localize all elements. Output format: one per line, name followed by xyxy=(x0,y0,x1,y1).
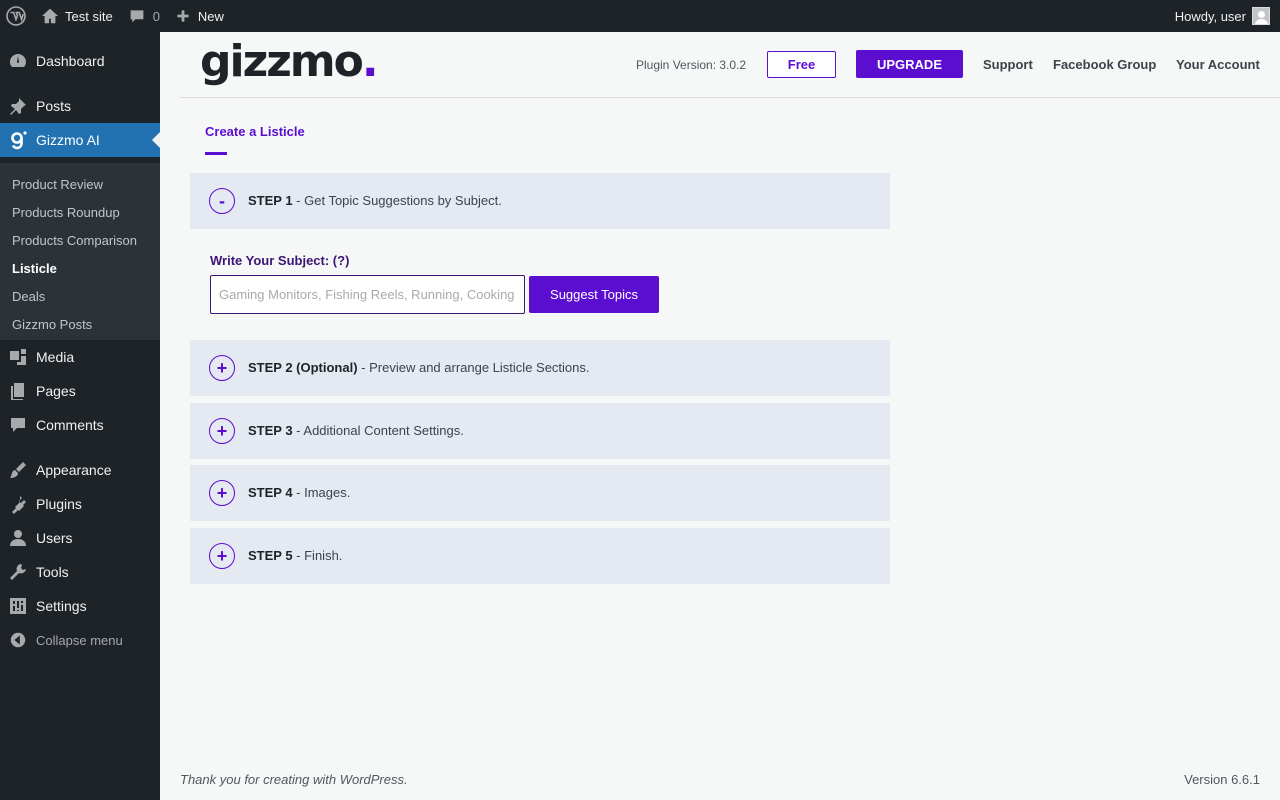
sidebar-item-media[interactable]: Media xyxy=(0,340,160,374)
comment-bubble-icon xyxy=(130,10,144,23)
admin-sidebar: Dashboard Posts Gizzmo AI Product Review… xyxy=(0,32,160,800)
new-content-link[interactable]: New xyxy=(168,0,232,32)
submenu-item-deals[interactable]: Deals xyxy=(12,289,45,304)
site-name-link[interactable]: Test site xyxy=(33,0,121,32)
submenu-item-products-comparison[interactable]: Products Comparison xyxy=(12,233,137,248)
paintbrush-icon xyxy=(0,453,36,487)
wordpress-logo-icon[interactable] xyxy=(0,0,33,32)
tab-active-indicator xyxy=(205,152,227,155)
comments-count: 0 xyxy=(152,8,160,24)
expand-toggle-icon[interactable]: + xyxy=(209,480,235,506)
upgrade-button[interactable]: UPGRADE xyxy=(856,50,963,78)
sidebar-item-label: Posts xyxy=(36,98,72,114)
pages-icon xyxy=(0,374,36,408)
account-menu[interactable]: Howdy, user xyxy=(1167,0,1280,32)
comment-icon xyxy=(0,408,36,442)
howdy-greeting: Howdy, user xyxy=(1174,8,1246,24)
dashboard-icon xyxy=(0,44,36,78)
footer-thanks: Thank you for creating with WordPress. xyxy=(180,772,408,787)
wrench-icon xyxy=(0,555,36,589)
sidebar-item-label: Dashboard xyxy=(36,53,105,69)
submenu-item-product-review[interactable]: Product Review xyxy=(12,177,103,192)
admin-bar: Test site 0 New Howdy, user xyxy=(0,0,1280,32)
sidebar-item-label: Gizzmo AI xyxy=(36,132,100,148)
step-title: STEP 4 - Images. xyxy=(248,485,351,500)
gizzmo-logo[interactable]: gizzmo. xyxy=(200,36,379,87)
step-title: STEP 5 - Finish. xyxy=(248,548,343,563)
collapse-menu-button[interactable]: Collapse menu xyxy=(0,623,160,657)
gizzmo-icon xyxy=(0,123,36,157)
free-plan-button[interactable]: Free xyxy=(767,51,836,78)
sidebar-item-comments[interactable]: Comments xyxy=(0,408,160,442)
subject-label: Write Your Subject: (?) xyxy=(210,253,350,268)
sidebar-item-label: Tools xyxy=(36,564,69,580)
support-link[interactable]: Support xyxy=(983,57,1033,72)
sidebar-item-gizzmo-ai[interactable]: Gizzmo AI xyxy=(0,123,160,157)
sidebar-item-label: Settings xyxy=(36,598,87,614)
settings-icon xyxy=(0,589,36,623)
facebook-group-link[interactable]: Facebook Group xyxy=(1053,57,1156,72)
expand-toggle-icon[interactable]: + xyxy=(209,355,235,381)
step-3-header[interactable]: + STEP 3 - Additional Content Settings. xyxy=(190,403,890,459)
user-icon xyxy=(0,521,36,555)
submenu-item-products-roundup[interactable]: Products Roundup xyxy=(12,205,120,220)
sidebar-item-dashboard[interactable]: Dashboard xyxy=(0,44,160,78)
plugin-version: Plugin Version: 3.0.2 xyxy=(636,58,747,72)
sidebar-item-plugins[interactable]: Plugins xyxy=(0,487,160,521)
collapse-toggle-icon[interactable]: - xyxy=(209,188,235,214)
step-1-header[interactable]: - STEP 1 - Get Topic Suggestions by Subj… xyxy=(190,173,890,229)
tab-create-listicle[interactable]: Create a Listicle xyxy=(205,124,305,139)
sidebar-item-label: Appearance xyxy=(36,462,112,478)
plugin-icon xyxy=(0,487,36,521)
site-name: Test site xyxy=(65,8,113,24)
step-5-header[interactable]: + STEP 5 - Finish. xyxy=(190,528,890,584)
suggest-topics-button[interactable]: Suggest Topics xyxy=(529,276,659,313)
media-icon xyxy=(0,340,36,374)
sidebar-item-pages[interactable]: Pages xyxy=(0,374,160,408)
pin-icon xyxy=(0,89,36,123)
new-label: New xyxy=(197,8,224,24)
step-title: STEP 1 - Get Topic Suggestions by Subjec… xyxy=(248,193,502,208)
comments-link[interactable]: 0 xyxy=(121,0,168,32)
sidebar-item-label: Media xyxy=(36,349,75,365)
home-icon xyxy=(41,8,59,24)
sidebar-item-users[interactable]: Users xyxy=(0,521,160,555)
gizzmo-submenu: Product Review Products Roundup Products… xyxy=(0,163,160,340)
your-account-link[interactable]: Your Account xyxy=(1176,57,1260,72)
sidebar-item-label: Users xyxy=(36,530,73,546)
sidebar-item-tools[interactable]: Tools xyxy=(0,555,160,589)
plus-icon xyxy=(177,10,189,22)
collapse-arrow-icon xyxy=(0,623,36,657)
submenu-item-listicle[interactable]: Listicle xyxy=(12,261,57,276)
sidebar-item-label: Comments xyxy=(36,417,104,433)
sidebar-item-label: Plugins xyxy=(36,496,82,512)
expand-toggle-icon[interactable]: + xyxy=(209,543,235,569)
submenu-item-gizzmo-posts[interactable]: Gizzmo Posts xyxy=(12,317,92,332)
subject-input[interactable] xyxy=(210,275,525,314)
step-4-header[interactable]: + STEP 4 - Images. xyxy=(190,465,890,521)
sidebar-item-posts[interactable]: Posts xyxy=(0,89,160,123)
avatar xyxy=(1252,7,1270,25)
step-2-header[interactable]: + STEP 2 (Optional) - Preview and arrang… xyxy=(190,340,890,396)
sidebar-item-settings[interactable]: Settings xyxy=(0,589,160,623)
expand-toggle-icon[interactable]: + xyxy=(209,418,235,444)
sidebar-item-appearance[interactable]: Appearance xyxy=(0,453,160,487)
step-title: STEP 3 - Additional Content Settings. xyxy=(248,423,464,438)
step-title: STEP 2 (Optional) - Preview and arrange … xyxy=(248,360,590,375)
collapse-menu-label: Collapse menu xyxy=(36,632,123,648)
footer-version: Version 6.6.1 xyxy=(1184,772,1260,787)
sidebar-item-label: Pages xyxy=(36,383,76,399)
plugin-header: gizzmo. Plugin Version: 3.0.2 Free UPGRA… xyxy=(180,32,1280,98)
